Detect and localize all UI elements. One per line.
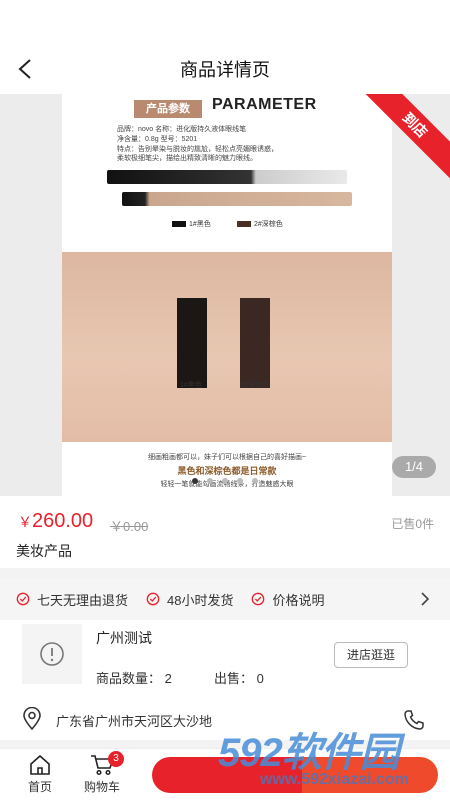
product-name: 美妆产品 bbox=[16, 543, 72, 559]
address-row[interactable]: 广东省广州市天河区大沙地 bbox=[0, 704, 450, 740]
add-to-cart-button[interactable] bbox=[152, 757, 302, 793]
image-caption: 细画粗画都可以，妹子们可以根据自己的喜好描画~ bbox=[147, 454, 307, 461]
info-circle-icon bbox=[40, 642, 64, 666]
status-bar bbox=[0, 0, 450, 44]
cart-count-badge: 3 bbox=[108, 751, 124, 767]
carousel-dot[interactable] bbox=[237, 478, 243, 484]
price-block: ￥260.00 ￥0.00 已售0件 美妆产品 bbox=[0, 496, 450, 568]
check-circle-icon bbox=[146, 592, 160, 606]
carousel-dot[interactable] bbox=[192, 478, 198, 484]
shop-product-count: 商品数量： 2 bbox=[96, 671, 172, 686]
check-circle-icon bbox=[16, 592, 30, 606]
page-title: 商品详情页 bbox=[180, 60, 270, 80]
service-item: 七天无理由退货 bbox=[16, 590, 128, 609]
shop-card[interactable]: 广州测试 商品数量： 2 出售： 0 进店逛逛 bbox=[0, 620, 450, 704]
phone-icon[interactable] bbox=[402, 708, 426, 732]
brown-stroke bbox=[240, 298, 270, 388]
spec-line: 净含量：0.8g 型号：5201 bbox=[117, 136, 198, 143]
chevron-right-icon[interactable] bbox=[418, 591, 432, 607]
spec-line: 柔软极细笔尖，描绘出精致清晰的魅力眼线。 bbox=[117, 155, 257, 162]
service-guarantees[interactable]: 七天无理由退货 48小时发货 价格说明 bbox=[0, 578, 450, 620]
arm-swatch-photo: 1#黑色 2#深棕色 bbox=[62, 252, 392, 442]
back-arrow-icon[interactable] bbox=[14, 57, 38, 81]
original-price: ￥0.00 bbox=[110, 519, 149, 534]
service-item: 48小时发货 bbox=[146, 590, 233, 609]
eyeliner-pen-brown bbox=[122, 192, 352, 206]
buy-now-button[interactable] bbox=[302, 757, 438, 793]
image-caption-highlight: 黑色和深棕色都是日常款 bbox=[177, 466, 277, 476]
carousel-dot[interactable] bbox=[252, 478, 258, 484]
service-item: 价格说明 bbox=[251, 590, 325, 609]
carousel-dots bbox=[0, 478, 450, 484]
tab-cart[interactable]: 购物车 3 bbox=[72, 751, 132, 795]
eyeliner-pen-black bbox=[107, 170, 347, 184]
shop-sold-count: 出售： 0 bbox=[214, 671, 264, 686]
sold-count: 已售0件 bbox=[391, 517, 434, 531]
stroke-label: 2#深棕色 bbox=[240, 382, 269, 389]
shop-name: 广州测试 bbox=[96, 630, 152, 646]
product-image-carousel[interactable]: 产品参数 PARAMETER 品牌：novo 名称：进化版持久液体眼线笔 净含量… bbox=[0, 94, 450, 496]
black-stroke bbox=[177, 298, 207, 388]
swatch-black: 1#黑色 bbox=[172, 219, 211, 229]
in-store-ribbon: 到店 bbox=[360, 94, 450, 184]
shop-logo bbox=[22, 624, 82, 684]
page-indicator: 1/4 bbox=[392, 456, 436, 478]
nav-bar: 商品详情页 bbox=[0, 44, 450, 94]
check-circle-icon bbox=[252, 592, 265, 606]
spec-line: 品牌：novo 名称：进化版持久液体眼线笔 bbox=[117, 126, 247, 133]
home-icon bbox=[30, 754, 50, 775]
stroke-label: 1#黑色 bbox=[180, 382, 202, 389]
price: ￥260.00 bbox=[18, 510, 94, 532]
swatch-brown: 2#深棕色 bbox=[237, 219, 283, 229]
visit-shop-button[interactable]: 进店逛逛 bbox=[334, 642, 408, 668]
param-heading: PARAMETER bbox=[212, 96, 317, 113]
carousel-dot[interactable] bbox=[222, 478, 228, 484]
location-pin-icon bbox=[23, 707, 41, 731]
bottom-action-bar: 首页 购物车 3 bbox=[0, 748, 450, 800]
shop-address: 广东省广州市天河区大沙地 bbox=[56, 714, 213, 729]
carousel-dot[interactable] bbox=[207, 478, 213, 484]
tab-home[interactable]: 首页 bbox=[10, 753, 70, 795]
param-tag: 产品参数 bbox=[134, 100, 202, 118]
product-image: 产品参数 PARAMETER 品牌：novo 名称：进化版持久液体眼线笔 净含量… bbox=[62, 94, 392, 496]
